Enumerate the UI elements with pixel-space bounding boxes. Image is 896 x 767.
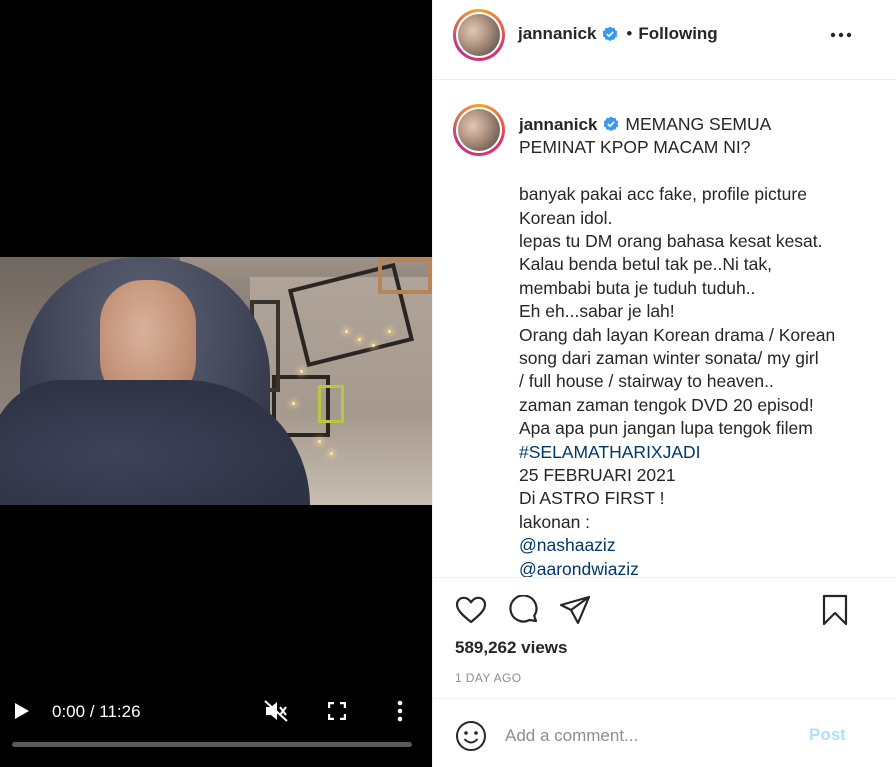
- video-time: 0:00 / 11:26: [52, 702, 141, 721]
- caption-line: 25 FEBRUARI 2021: [519, 465, 676, 486]
- caption-line: Eh eh...sabar je lah!: [519, 301, 675, 322]
- caption-line: Orang dah layan Korean drama / Korean: [519, 324, 836, 345]
- post-date[interactable]: 1 DAY AGO: [455, 671, 522, 685]
- caption-line: song dari zaman winter sonata/ my girl: [519, 348, 819, 369]
- caption-title: jannanick MEMANG SEMUA: [519, 113, 879, 136]
- separator-dot: •: [626, 24, 633, 43]
- more-options-vertical-icon[interactable]: [394, 700, 406, 722]
- caption-line: banyak pakai acc fake, profile picture: [519, 184, 807, 205]
- play-icon[interactable]: [14, 702, 30, 720]
- fairy-light: [300, 370, 303, 373]
- verified-badge-icon: [604, 116, 619, 132]
- caption-title-line: PEMINAT KPOP MACAM NI?: [519, 137, 751, 158]
- emoji-smiley-icon[interactable]: [455, 720, 487, 752]
- fairy-light: [345, 330, 348, 333]
- caption-avatar[interactable]: [453, 104, 505, 156]
- save-bookmark-icon[interactable]: [821, 594, 849, 626]
- fairy-light: [358, 338, 361, 341]
- caption-line: Kalau benda betul tak pe..Ni tak,: [519, 254, 772, 275]
- post-comment-button[interactable]: Post: [809, 725, 846, 745]
- post-panel: jannanick • Following jannanick MEMANG S…: [432, 0, 896, 767]
- view-count[interactable]: 589,262 views: [455, 638, 567, 658]
- post-actions: 589,262 views 1 DAY AGO: [433, 577, 896, 699]
- fairy-light: [388, 330, 391, 333]
- mention-link[interactable]: @aarondwiaziz: [519, 558, 879, 577]
- caption-line: Di ASTRO FIRST !: [519, 488, 665, 509]
- more-options-icon[interactable]: [829, 30, 853, 40]
- caption-line: Korean idol.: [519, 207, 613, 228]
- caption-line: zaman zaman tengok DVD 20 episod!: [519, 394, 814, 415]
- video-player[interactable]: 0:00 / 11:26: [0, 0, 432, 767]
- caption-title-line: MEMANG SEMUA: [625, 114, 772, 134]
- caption-username[interactable]: jannanick: [519, 115, 597, 134]
- hashtag-link[interactable]: #SELAMATHARIXJADI: [519, 441, 879, 464]
- fairy-light: [292, 402, 295, 405]
- caption-line: lepas tu DM orang bahasa kesat kesat.: [519, 231, 823, 252]
- caption-line: Apa apa pun jangan lupa tengok filem: [519, 418, 813, 439]
- like-heart-icon[interactable]: [455, 596, 487, 624]
- muted-speaker-icon[interactable]: [264, 700, 288, 722]
- share-paper-plane-icon[interactable]: [559, 595, 591, 625]
- fairy-light: [330, 452, 333, 455]
- avatar-image: [458, 109, 500, 151]
- fullscreen-icon[interactable]: [328, 702, 346, 720]
- caption-text: jannanick MEMANG SEMUA PEMINAT KPOP MACA…: [519, 113, 879, 577]
- video-controls: 0:00 / 11:26: [0, 690, 432, 767]
- fairy-light: [372, 344, 375, 347]
- following-button[interactable]: Following: [638, 24, 717, 44]
- caption-line: / full house / stairway to heaven..: [519, 371, 774, 392]
- fairy-light: [318, 440, 321, 443]
- wall-frame: [318, 385, 344, 423]
- caption-line: membabi buta je tuduh tuduh..: [519, 277, 756, 298]
- mention-link[interactable]: @nashaaziz: [519, 534, 879, 557]
- comment-bubble-icon[interactable]: [508, 595, 540, 625]
- caption-area: jannanick MEMANG SEMUA PEMINAT KPOP MACA…: [433, 81, 896, 577]
- avatar[interactable]: [453, 9, 505, 61]
- wall-frame: [378, 258, 432, 294]
- header-username[interactable]: jannanick: [518, 24, 596, 44]
- verified-badge-icon: [603, 26, 618, 42]
- post-header: jannanick • Following: [433, 0, 896, 80]
- avatar-image: [458, 14, 500, 56]
- caption-line: lakonan :: [519, 511, 591, 532]
- video-progress-bar[interactable]: [12, 742, 412, 747]
- comment-bar: Post: [433, 700, 896, 767]
- comment-input[interactable]: [505, 722, 805, 750]
